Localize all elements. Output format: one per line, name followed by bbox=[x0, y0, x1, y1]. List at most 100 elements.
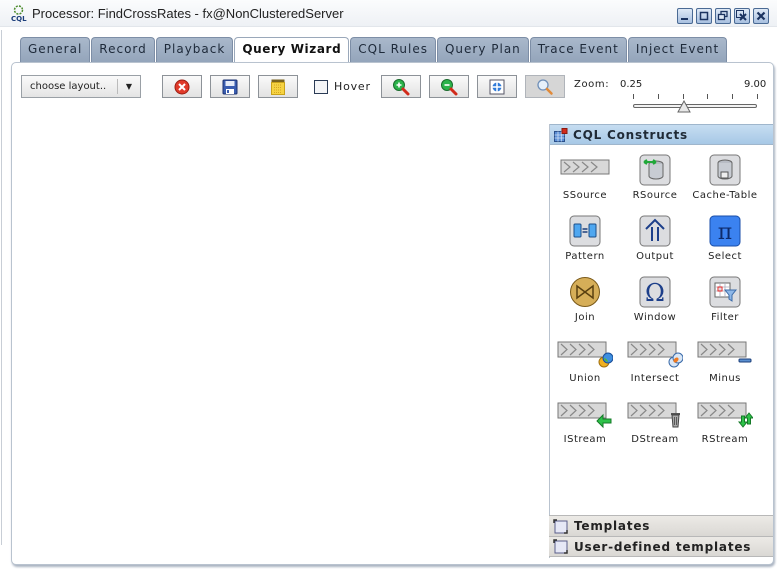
construct-cache-table[interactable]: Cache-Table bbox=[690, 150, 760, 211]
construct-filter[interactable]: Filter bbox=[690, 272, 760, 333]
zoom-in-icon bbox=[393, 78, 410, 95]
maximize-button[interactable] bbox=[696, 8, 712, 24]
stream-source-icon bbox=[560, 159, 610, 175]
svg-text:Ω: Ω bbox=[645, 279, 665, 307]
construct-window[interactable]: Ω Window bbox=[620, 272, 690, 333]
construct-label: IStream bbox=[563, 434, 607, 445]
zoom-slider-thumb[interactable] bbox=[676, 100, 691, 113]
zoom-in-button[interactable] bbox=[381, 75, 421, 98]
join-icon bbox=[570, 277, 600, 307]
zoom-slider[interactable] bbox=[632, 94, 758, 114]
grid-table-icon bbox=[554, 127, 568, 142]
tab-general[interactable]: General bbox=[20, 37, 91, 63]
construct-join[interactable]: Join bbox=[550, 272, 620, 333]
construct-ssource[interactable]: SSource bbox=[550, 150, 620, 211]
zoom-slider-tick bbox=[707, 94, 708, 99]
restore-button[interactable] bbox=[715, 8, 731, 24]
folder-icon bbox=[553, 518, 568, 534]
save-button[interactable] bbox=[210, 75, 250, 98]
tab-inject-event[interactable]: Inject Event bbox=[627, 37, 728, 63]
close-button[interactable] bbox=[753, 8, 769, 24]
zoom-out-button[interactable] bbox=[429, 75, 469, 98]
folder-icon bbox=[553, 539, 568, 554]
maximize-icon bbox=[699, 11, 709, 21]
construct-label: Join bbox=[574, 312, 596, 323]
zoom-slider-tick bbox=[732, 94, 733, 99]
window-edge bbox=[1, 30, 2, 545]
close-all-button[interactable] bbox=[734, 8, 750, 24]
construct-dstream[interactable]: DStream bbox=[620, 394, 690, 455]
grid-icon bbox=[271, 79, 285, 95]
minus-icon bbox=[697, 341, 752, 363]
delete-icon bbox=[174, 79, 190, 94]
svg-text:π: π bbox=[718, 220, 732, 245]
zoom-slider-tick bbox=[658, 94, 659, 99]
construct-label: Filter bbox=[711, 312, 739, 323]
tab-trace-event[interactable]: Trace Event bbox=[529, 37, 627, 63]
save-icon bbox=[222, 79, 238, 94]
intersect-icon bbox=[627, 341, 683, 368]
construct-minus[interactable]: Minus bbox=[690, 333, 760, 394]
construct-output[interactable]: Output bbox=[620, 211, 690, 272]
cache-table-icon bbox=[709, 154, 741, 186]
tab-cql-rules[interactable]: CQL Rules bbox=[350, 37, 436, 63]
construct-rstream[interactable]: RStream bbox=[690, 394, 760, 455]
zoom-out-icon bbox=[441, 78, 458, 95]
templates-section[interactable]: Templates bbox=[549, 515, 773, 536]
close-icon bbox=[756, 11, 766, 21]
construct-label: RStream bbox=[701, 434, 749, 445]
cql-constructs-header[interactable]: CQL Constructs bbox=[550, 124, 773, 145]
close-all-icon bbox=[736, 10, 747, 21]
layout-select-value: choose layout.. bbox=[30, 81, 107, 92]
select-pi-icon: π bbox=[709, 215, 741, 247]
istream-icon bbox=[557, 402, 612, 429]
tab-query-wizard[interactable]: Query Wizard bbox=[234, 37, 350, 64]
construct-label: Pattern bbox=[565, 251, 605, 262]
construct-label: DStream bbox=[631, 434, 679, 445]
zoom-slider-tick bbox=[683, 94, 684, 99]
minimize-button[interactable] bbox=[677, 8, 693, 24]
hover-checkbox[interactable] bbox=[314, 80, 328, 94]
filter-icon bbox=[709, 276, 741, 308]
cql-constructs-palette: CQL Constructs SSource RSource Cache-Tab… bbox=[549, 124, 773, 558]
minimize-icon bbox=[681, 18, 688, 20]
construct-intersect[interactable]: Intersect bbox=[620, 333, 690, 394]
tab-playback[interactable]: Playback bbox=[155, 37, 234, 63]
zoom-slider-tick bbox=[633, 94, 634, 99]
construct-label: SSource bbox=[562, 190, 608, 201]
user-defined-templates-section[interactable]: User-defined templates bbox=[549, 536, 773, 557]
dstream-icon bbox=[627, 402, 680, 428]
construct-rsource[interactable]: RSource bbox=[620, 150, 690, 211]
zoom-actual-button[interactable] bbox=[525, 75, 565, 98]
user-defined-templates-label: User-defined templates bbox=[574, 539, 752, 554]
svg-text:CQL: CQL bbox=[11, 15, 27, 22]
delete-button[interactable] bbox=[162, 75, 202, 98]
layout-select[interactable]: choose layout.. ▼ bbox=[21, 75, 141, 98]
union-icon bbox=[557, 341, 613, 368]
fit-to-screen-icon bbox=[489, 79, 505, 94]
zoom-slider-track[interactable] bbox=[633, 104, 757, 108]
hover-label: Hover bbox=[334, 80, 371, 93]
construct-label: Output bbox=[636, 251, 674, 262]
magnifier-icon bbox=[537, 78, 553, 95]
zoom-max-label: 9.00 bbox=[744, 79, 767, 90]
tab-record[interactable]: Record bbox=[91, 37, 155, 63]
grid-button[interactable] bbox=[258, 75, 298, 98]
chevron-down-icon: ▼ bbox=[125, 82, 133, 91]
window-omega-icon: Ω bbox=[639, 276, 671, 308]
tab-bar: General Record Playback Query Wizard CQL… bbox=[20, 37, 728, 64]
zoom-min-label: 0.25 bbox=[620, 79, 643, 90]
tab-query-plan[interactable]: Query Plan bbox=[436, 37, 529, 63]
construct-istream[interactable]: IStream bbox=[550, 394, 620, 455]
construct-select[interactable]: π Select bbox=[690, 211, 760, 272]
cql-constructs-title: CQL Constructs bbox=[573, 127, 688, 142]
constructs-grid: SSource RSource Cache-Table Pattern Outp… bbox=[550, 145, 773, 455]
window-title: Processor: FindCrossRates - fx@NonCluste… bbox=[32, 6, 344, 21]
zoom-label: Zoom: bbox=[574, 79, 610, 90]
construct-pattern[interactable]: Pattern bbox=[550, 211, 620, 272]
fit-to-screen-button[interactable] bbox=[477, 75, 517, 98]
construct-union[interactable]: Union bbox=[550, 333, 620, 394]
pattern-icon bbox=[569, 215, 601, 247]
construct-label: Select bbox=[708, 251, 742, 262]
restore-icon bbox=[717, 10, 728, 21]
